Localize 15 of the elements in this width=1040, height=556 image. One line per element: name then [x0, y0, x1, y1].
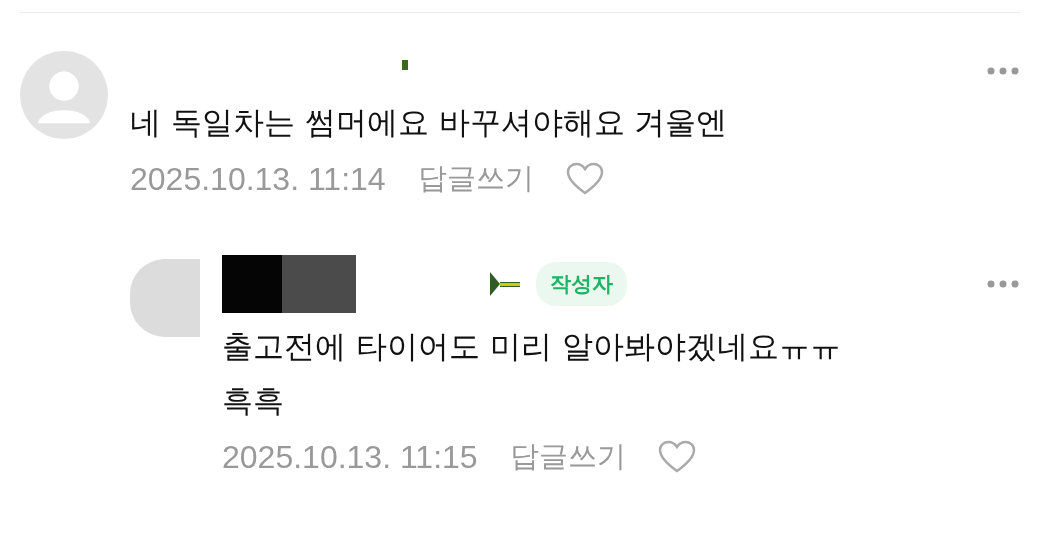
- more-icon[interactable]: [986, 279, 1020, 289]
- heart-icon[interactable]: [565, 162, 604, 196]
- comment-text: 네 독일차는 썸머에요 바꾸셔야해요 겨울엔: [130, 103, 729, 142]
- name-redaction: [222, 255, 282, 313]
- comment-text: 출고전에 타이어도 미리 알아봐야겠네요ㅠㅠ 흑흑: [222, 327, 842, 420]
- avatar-icon: [20, 51, 108, 139]
- heart-icon[interactable]: [657, 440, 696, 474]
- flag-icon: [488, 270, 522, 298]
- more-icon[interactable]: [986, 66, 1020, 76]
- level-icon: [402, 60, 408, 70]
- comment-date: 2025.10.13. 11:15: [222, 438, 478, 476]
- author-badge: 작성자: [536, 262, 627, 306]
- reply-link[interactable]: 답글쓰기: [417, 159, 534, 199]
- comment-date: 2025.10.13. 11:14: [130, 160, 386, 198]
- reply-link[interactable]: 답글쓰기: [509, 437, 626, 477]
